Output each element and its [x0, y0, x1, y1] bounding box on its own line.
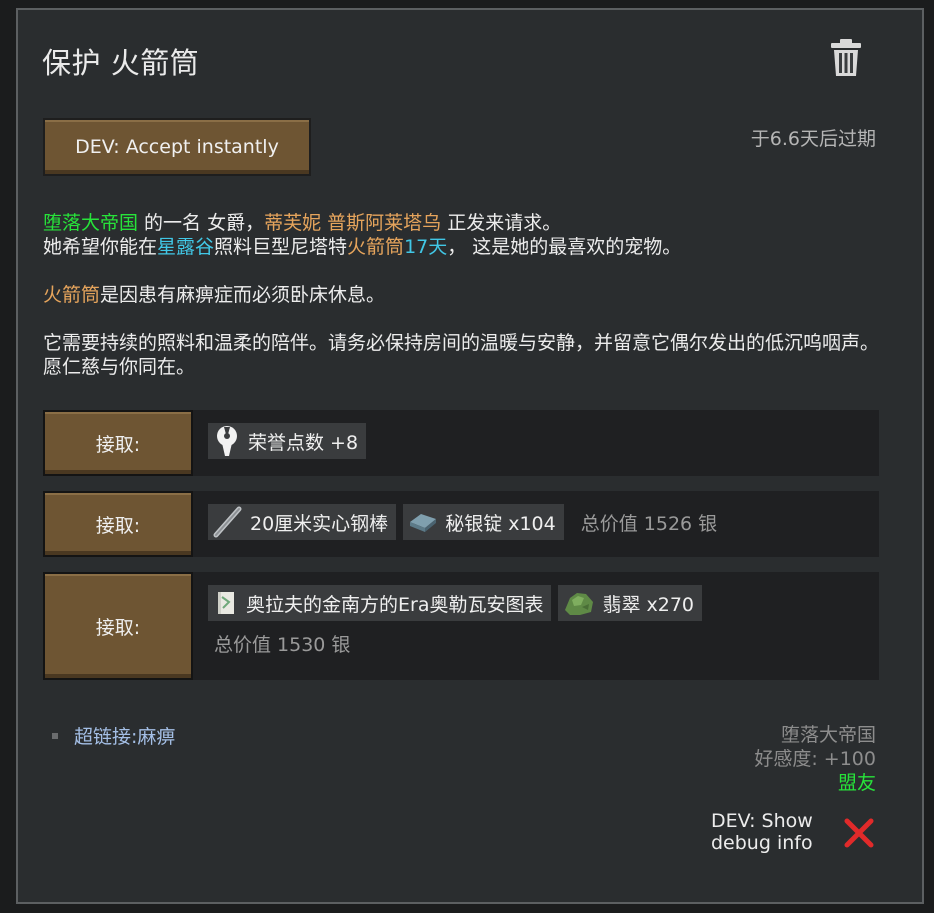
reward-option-2: 接取: 20厘米实心钢棒 秘银锭 x104 总价值 1526 银: [43, 491, 879, 557]
reward-option-3: 接取: 奥拉夫的金南方的Era奥勒瓦安图表 翡翠 x270 总价值 1530 银: [43, 572, 879, 680]
reward-item-label: 奥拉夫的金南方的Era奥勒瓦安图表: [246, 593, 544, 616]
quest-description: 堕落大帝国 的一名 女爵，蒂芙妮 普斯阿莱塔乌 正发来请求。 她希望你能在星露谷…: [43, 211, 883, 379]
reward-item-ingot[interactable]: 秘银锭 x104: [403, 504, 564, 540]
reward-items: 奥拉夫的金南方的Era奥勒瓦安图表 翡翠 x270: [208, 585, 703, 621]
hyperlink-prefix: 超链接:: [74, 726, 138, 748]
dev-accept-instantly-button[interactable]: DEV: Accept instantly: [43, 118, 311, 176]
reward-items: 荣誉点数 +8: [208, 423, 367, 459]
honor-icon: [217, 426, 237, 456]
quest-panel: 保护 火箭筒 DEV: Accept instantly 于6.6天后过期 堕落…: [16, 8, 924, 904]
desc-text: 的一名 女爵，: [138, 212, 265, 234]
trash-icon[interactable]: [830, 38, 862, 78]
reward-item-label: 荣誉点数 +8: [248, 431, 359, 454]
reward-total-value: 总价值 1526 银: [580, 512, 718, 535]
close-icon[interactable]: [842, 816, 876, 850]
hyperlink-paralysis[interactable]: 超链接:麻痹: [74, 722, 175, 749]
reward-items: 20厘米实心钢棒 秘银锭 x104 总价值 1526 银: [208, 504, 717, 540]
desc-text: ， 这是她的最喜欢的宠物。: [447, 236, 682, 258]
jade-icon: [565, 593, 594, 615]
desc-text: 她希望你能在: [43, 236, 158, 258]
accept-reward-2-button[interactable]: 接取:: [43, 491, 193, 557]
hyperlink-target: 麻痹: [137, 726, 176, 748]
animal-name: 火箭筒: [43, 284, 101, 306]
place-name: 星露谷: [157, 236, 215, 258]
person-name: 蒂芙妮 普斯阿莱塔乌: [264, 212, 442, 234]
reward-item-book[interactable]: 奥拉夫的金南方的Era奥勒瓦安图表: [208, 585, 552, 621]
description-line-4: 它需要持续的照料和温柔的陪伴。请务必保持房间的温暖与安静，并留意它偶尔发出的低沉…: [43, 332, 880, 378]
hyperlink-row: 超链接:麻痹: [52, 722, 175, 749]
animal-name: 火箭筒: [347, 236, 405, 258]
dev-show-debug-info-button[interactable]: DEV: Show debug info: [711, 810, 829, 854]
description-line-3: 火箭筒是因患有麻痹症而必须卧床休息。: [43, 283, 883, 307]
faction-link[interactable]: 堕落大帝国: [43, 212, 138, 234]
faction-info: 堕落大帝国 好感度: +100 盟友: [754, 723, 876, 795]
reward-item-jade[interactable]: 翡翠 x270: [558, 585, 703, 621]
accept-reward-1-button[interactable]: 接取:: [43, 410, 193, 476]
ingot-icon: [410, 514, 437, 532]
accept-reward-3-button[interactable]: 接取:: [43, 572, 193, 680]
reward-item-label: 翡翠 x270: [602, 593, 695, 616]
relation-status: 盟友: [837, 772, 876, 794]
expiry-text: 于6.6天后过期: [750, 128, 876, 150]
quest-title: 保护 火箭筒: [42, 46, 200, 80]
desc-text: 正发来请求。: [441, 212, 562, 234]
steel-bar-icon: [213, 506, 242, 538]
reward-option-1: 接取: 荣誉点数 +8: [43, 410, 879, 476]
desc-text: 照料巨型尼塔特: [214, 236, 348, 258]
goodwill-value: 好感度: +100: [754, 748, 876, 770]
description-line-2: 她希望你能在星露谷照料巨型尼塔特火箭筒17天， 这是她的最喜欢的宠物。: [43, 235, 883, 259]
reward-total-value: 总价值 1530 银: [214, 634, 351, 656]
reward-item-label: 秘银锭 x104: [445, 512, 556, 535]
reward-item-honor[interactable]: 荣誉点数 +8: [208, 423, 367, 459]
reward-item-label: 20厘米实心钢棒: [250, 512, 389, 535]
duration-days: 17天: [404, 236, 448, 258]
reward-item-steel-bar[interactable]: 20厘米实心钢棒: [208, 504, 397, 540]
desc-text: 是因患有麻痹症而必须卧床休息。: [100, 284, 386, 306]
description-line-1: 堕落大帝国 的一名 女爵，蒂芙妮 普斯阿莱塔乌 正发来请求。: [43, 211, 883, 235]
book-icon: [218, 592, 234, 614]
faction-name[interactable]: 堕落大帝国: [754, 723, 876, 747]
bullet-icon: [52, 732, 58, 739]
